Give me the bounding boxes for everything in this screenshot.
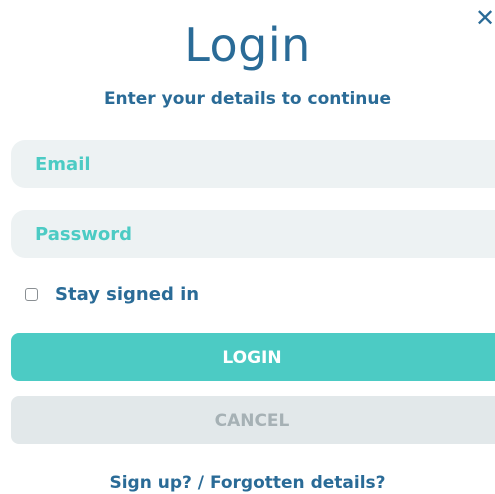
cancel-button[interactable]: CANCEL (11, 396, 495, 444)
stay-signed-in-toggle[interactable]: Stay signed in (25, 282, 199, 306)
sign-up-link[interactable]: Sign up? (109, 473, 191, 493)
forgotten-details-link[interactable]: Forgotten details? (210, 473, 386, 493)
stay-signed-in-label: Stay signed in (55, 283, 200, 305)
footer-separator: / (191, 473, 210, 493)
dialog-subtitle: Enter your details to continue (103, 89, 392, 109)
footer-links: Sign up? / Forgotten details? (0, 473, 495, 493)
email-field[interactable] (11, 140, 495, 188)
dialog-title: Login (184, 18, 311, 72)
password-field[interactable] (11, 210, 495, 258)
login-button[interactable]: LOGIN (11, 333, 495, 381)
stay-signed-in-checkbox[interactable] (25, 287, 38, 301)
